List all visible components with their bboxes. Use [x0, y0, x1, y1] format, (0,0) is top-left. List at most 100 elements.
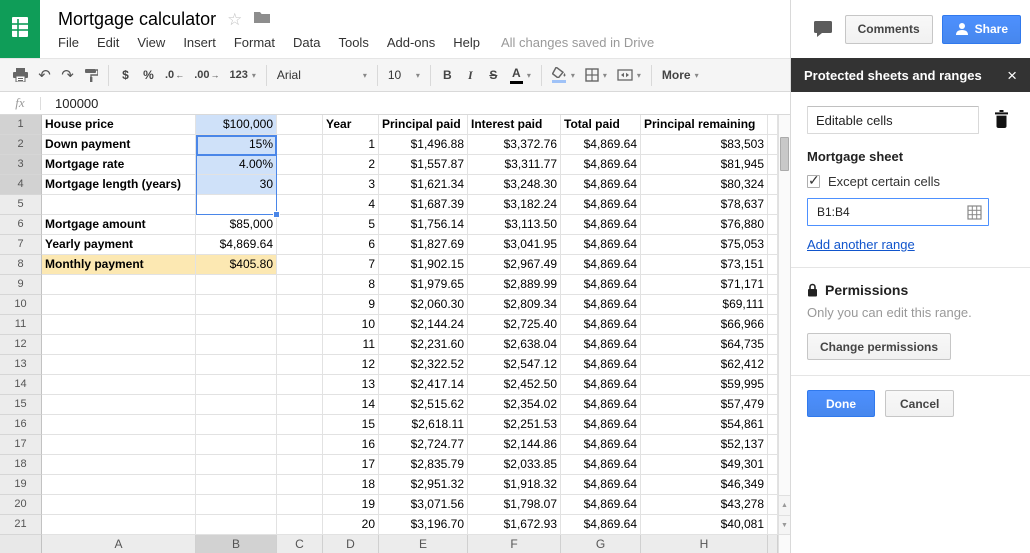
cell-C2[interactable] — [277, 135, 323, 155]
cell-G18[interactable]: $4,869.64 — [561, 455, 641, 475]
cell-G5[interactable]: $4,869.64 — [561, 195, 641, 215]
row-header-18[interactable]: 18 — [0, 455, 42, 475]
cell-partial[interactable] — [768, 275, 778, 295]
scroll-up-button[interactable]: ▲ — [779, 495, 790, 515]
cell-C12[interactable] — [277, 335, 323, 355]
row-header-5[interactable]: 5 — [0, 195, 42, 215]
cell-F18[interactable]: $2,033.85 — [468, 455, 561, 475]
row-header-6[interactable]: 6 — [0, 215, 42, 235]
cell-B3[interactable]: 4.00% — [196, 155, 277, 175]
menu-add-ons[interactable]: Add-ons — [378, 33, 444, 52]
print-button[interactable] — [8, 63, 33, 87]
row-header-11[interactable]: 11 — [0, 315, 42, 335]
column-header-partial[interactable] — [768, 535, 778, 553]
cell-D9[interactable]: 8 — [323, 275, 379, 295]
cell-D15[interactable]: 14 — [323, 395, 379, 415]
cell-D21[interactable]: 20 — [323, 515, 379, 535]
cell-H5[interactable]: $78,637 — [641, 195, 768, 215]
formula-input[interactable]: 100000 — [41, 96, 98, 111]
cell-F10[interactable]: $2,809.34 — [468, 295, 561, 315]
column-header-G[interactable]: G — [561, 535, 641, 553]
increase-decimal-button[interactable]: .00→ — [189, 63, 224, 87]
cell-H10[interactable]: $69,111 — [641, 295, 768, 315]
cell-B12[interactable] — [196, 335, 277, 355]
cell-A21[interactable] — [42, 515, 196, 535]
column-header-F[interactable]: F — [468, 535, 561, 553]
row-header-13[interactable]: 13 — [0, 355, 42, 375]
checkbox-checked-icon[interactable]: ✓ — [807, 175, 820, 188]
cell-C14[interactable] — [277, 375, 323, 395]
menu-insert[interactable]: Insert — [174, 33, 225, 52]
cell-partial[interactable] — [768, 175, 778, 195]
row-header-14[interactable]: 14 — [0, 375, 42, 395]
cell-F9[interactable]: $2,889.99 — [468, 275, 561, 295]
cell-C17[interactable] — [277, 435, 323, 455]
cell-A18[interactable] — [42, 455, 196, 475]
row-header-16[interactable]: 16 — [0, 415, 42, 435]
column-header-E[interactable]: E — [379, 535, 468, 553]
row-header-9[interactable]: 9 — [0, 275, 42, 295]
cell-A4[interactable]: Mortgage length (years) — [42, 175, 196, 195]
cell-E19[interactable]: $2,951.32 — [379, 475, 468, 495]
cell-C18[interactable] — [277, 455, 323, 475]
cell-G7[interactable]: $4,869.64 — [561, 235, 641, 255]
cell-B11[interactable] — [196, 315, 277, 335]
cell-H4[interactable]: $80,324 — [641, 175, 768, 195]
row-header-15[interactable]: 15 — [0, 395, 42, 415]
cell-C13[interactable] — [277, 355, 323, 375]
cell-C8[interactable] — [277, 255, 323, 275]
cell-partial[interactable] — [768, 235, 778, 255]
cell-A7[interactable]: Yearly payment — [42, 235, 196, 255]
cell-D13[interactable]: 12 — [323, 355, 379, 375]
cell-A13[interactable] — [42, 355, 196, 375]
cell-D3[interactable]: 2 — [323, 155, 379, 175]
cell-G3[interactable]: $4,869.64 — [561, 155, 641, 175]
merge-cells-button[interactable] — [612, 63, 646, 87]
save-status[interactable]: All changes saved in Drive — [501, 35, 654, 50]
cell-A17[interactable] — [42, 435, 196, 455]
cell-partial[interactable] — [768, 115, 778, 135]
cell-E7[interactable]: $1,827.69 — [379, 235, 468, 255]
cell-C19[interactable] — [277, 475, 323, 495]
cell-C16[interactable] — [277, 415, 323, 435]
row-header-20[interactable]: 20 — [0, 495, 42, 515]
sheets-logo[interactable] — [0, 0, 40, 58]
cell-partial[interactable] — [768, 315, 778, 335]
delete-range-button[interactable] — [988, 106, 1014, 132]
column-header-B[interactable]: B — [196, 535, 277, 553]
cell-E3[interactable]: $1,557.87 — [379, 155, 468, 175]
cell-D20[interactable]: 19 — [323, 495, 379, 515]
cell-A2[interactable]: Down payment — [42, 135, 196, 155]
cell-A8[interactable]: Monthly payment — [42, 255, 196, 275]
cell-D17[interactable]: 16 — [323, 435, 379, 455]
cell-F3[interactable]: $3,311.77 — [468, 155, 561, 175]
vertical-scrollbar[interactable]: ▲ ▼ — [778, 115, 790, 553]
cell-A6[interactable]: Mortgage amount — [42, 215, 196, 235]
column-header-A[interactable]: A — [42, 535, 196, 553]
row-header-7[interactable]: 7 — [0, 235, 42, 255]
cell-partial[interactable] — [768, 335, 778, 355]
cancel-button[interactable]: Cancel — [885, 390, 954, 417]
cell-E21[interactable]: $3,196.70 — [379, 515, 468, 535]
done-button[interactable]: Done — [807, 390, 875, 417]
cell-H7[interactable]: $75,053 — [641, 235, 768, 255]
cell-E2[interactable]: $1,496.88 — [379, 135, 468, 155]
cell-F17[interactable]: $2,144.86 — [468, 435, 561, 455]
add-another-range-link[interactable]: Add another range — [807, 237, 915, 252]
row-header-10[interactable]: 10 — [0, 295, 42, 315]
cell-C9[interactable] — [277, 275, 323, 295]
close-icon[interactable]: × — [1007, 67, 1017, 84]
menu-format[interactable]: Format — [225, 33, 284, 52]
cell-B8[interactable]: $405.80 — [196, 255, 277, 275]
select-range-grid-icon[interactable] — [967, 205, 982, 223]
cell-C3[interactable] — [277, 155, 323, 175]
cell-E1[interactable]: Principal paid — [379, 115, 468, 135]
cell-B17[interactable] — [196, 435, 277, 455]
cell-E20[interactable]: $3,071.56 — [379, 495, 468, 515]
cell-A9[interactable] — [42, 275, 196, 295]
cell-A11[interactable] — [42, 315, 196, 335]
cell-H21[interactable]: $40,081 — [641, 515, 768, 535]
redo-button[interactable]: ↷ — [56, 63, 79, 87]
cell-E8[interactable]: $1,902.15 — [379, 255, 468, 275]
borders-button[interactable] — [580, 63, 612, 87]
